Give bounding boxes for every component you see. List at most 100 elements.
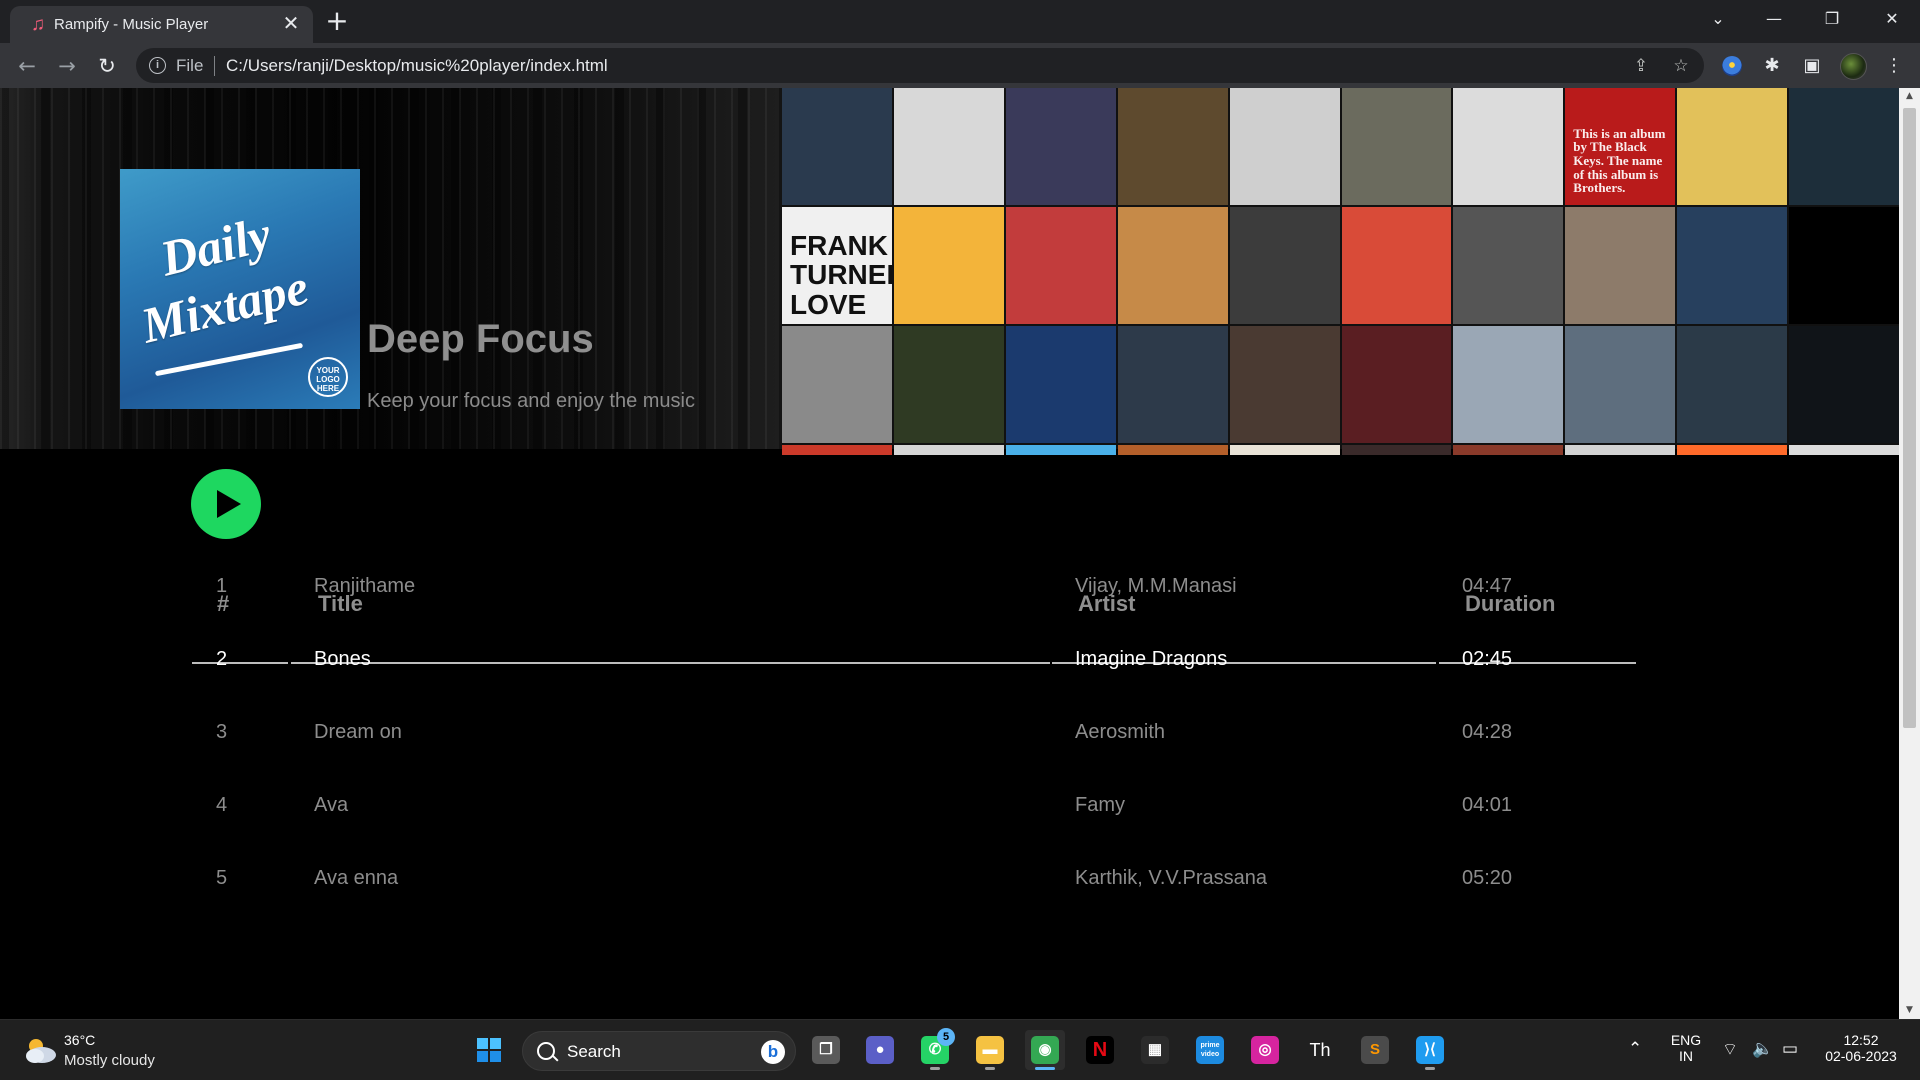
chrome-app[interactable]: ◉ xyxy=(1025,1030,1065,1070)
clock[interactable]: 12:52 02-06-2023 xyxy=(1818,1032,1904,1064)
track-title: Dream on xyxy=(314,721,402,743)
tab-close-icon[interactable]: ✕ xyxy=(280,13,302,35)
album-tile xyxy=(1789,445,1899,455)
play-button[interactable] xyxy=(191,469,261,539)
vscode-app[interactable]: ⟩⟨ xyxy=(1410,1030,1450,1070)
share-icon[interactable]: ⇪ xyxy=(1628,53,1654,79)
track-row[interactable]: 4 Ava Famy 04:01 xyxy=(0,784,1899,824)
new-tab-button[interactable]: + xyxy=(322,6,352,36)
minimize-button[interactable]: — xyxy=(1746,0,1802,38)
profile-avatar[interactable] xyxy=(1840,53,1867,80)
album-tile xyxy=(1005,88,1116,205)
album-tile xyxy=(1117,445,1228,455)
volume-icon[interactable]: 🔈 xyxy=(1752,1039,1773,1059)
album-tile xyxy=(1677,207,1788,324)
chevron-up-icon[interactable]: ⌃ xyxy=(1628,1039,1642,1059)
info-icon[interactable]: i xyxy=(149,57,166,74)
track-num: 2 xyxy=(216,648,228,670)
album-tile xyxy=(1005,207,1116,324)
sublime-app[interactable]: S xyxy=(1355,1030,1395,1070)
browser-tab[interactable]: ♫ Rampify - Music Player ✕ xyxy=(10,6,313,43)
search-placeholder: Search xyxy=(567,1042,621,1061)
album-tile xyxy=(1789,207,1899,324)
browser-menu-icon[interactable]: ⋮ xyxy=(1879,51,1909,81)
album-tile xyxy=(782,326,892,443)
language-indicator[interactable]: ENG IN xyxy=(1666,1032,1706,1064)
cloudy-weather-icon[interactable] xyxy=(22,1035,58,1065)
track-duration: 04:47 xyxy=(1462,575,1513,597)
address-bar[interactable]: i File C:/Users/ranji/Desktop/music%20pl… xyxy=(136,48,1704,83)
track-duration: 04:01 xyxy=(1462,794,1513,816)
playlist-hero: This is an album by The Black Keys. The … xyxy=(0,88,1899,455)
bookmark-star-icon[interactable]: ☆ xyxy=(1668,53,1694,79)
ms-store-app[interactable]: ▦ xyxy=(1135,1030,1175,1070)
reload-icon[interactable]: ↻ xyxy=(92,51,122,81)
forward-arrow-icon[interactable]: → xyxy=(52,51,82,81)
album-tile xyxy=(782,88,892,205)
tab-search-icon[interactable]: ⌄ xyxy=(1690,0,1746,38)
close-window-button[interactable]: ✕ xyxy=(1864,0,1920,38)
extension-icon[interactable] xyxy=(1722,56,1742,76)
weather-description[interactable]: Mostly cloudy xyxy=(64,1052,155,1069)
extensions-puzzle-icon[interactable]: ✱ xyxy=(1757,51,1787,81)
album-tile xyxy=(893,445,1004,455)
search-icon xyxy=(537,1042,555,1060)
wifi-icon[interactable]: ⌔ xyxy=(1722,1039,1738,1060)
running-indicator xyxy=(985,1067,995,1070)
start-button[interactable] xyxy=(469,1030,509,1070)
album-tile xyxy=(1565,207,1676,324)
track-row[interactable]: 3 Dream on Aerosmith 04:28 xyxy=(0,711,1899,751)
instagram-app[interactable]: ◎ xyxy=(1245,1030,1285,1070)
album-tile xyxy=(1117,326,1228,443)
album-tile xyxy=(782,445,892,455)
album-tile-text: FRANK TURNER LOVE IRE & SONG xyxy=(790,230,892,324)
page-scrollbar[interactable]: ▲ ▼ xyxy=(1899,88,1920,1019)
playlist-cover: Daily Mixtape YOUR LOGO HERE xyxy=(120,169,360,409)
track-title: Ava enna xyxy=(314,867,399,889)
restore-button[interactable]: ❐ xyxy=(1804,0,1860,38)
track-num: 3 xyxy=(216,721,228,743)
album-tile xyxy=(1229,207,1340,324)
teams-app[interactable]: ● xyxy=(860,1030,900,1070)
track-artist: Famy xyxy=(1075,794,1125,816)
back-arrow-icon[interactable]: ← xyxy=(12,51,42,81)
music-note-icon: ♫ xyxy=(30,14,46,35)
track-row[interactable]: 1 Ranjithame Vijay, M.M.Manasi 04:47 xyxy=(0,565,1899,605)
album-tile xyxy=(1117,88,1228,205)
scroll-thumb[interactable] xyxy=(1903,108,1916,728)
tab-title: Rampify - Music Player xyxy=(54,16,209,33)
prime-video-app[interactable]: prime video xyxy=(1190,1030,1230,1070)
track-num: 4 xyxy=(216,794,228,816)
side-panel-icon[interactable]: ▣ xyxy=(1797,51,1827,81)
url-text[interactable]: C:/Users/ranji/Desktop/music%20player/in… xyxy=(226,56,608,76)
running-indicator xyxy=(1425,1067,1435,1070)
browser-titlebar: ♫ Rampify - Music Player ✕ + ⌄ — ❐ ✕ xyxy=(0,0,1920,43)
battery-icon[interactable]: ▭ xyxy=(1782,1039,1798,1059)
taskbar-search[interactable]: Search b xyxy=(522,1031,796,1071)
album-tile xyxy=(1789,326,1899,443)
scroll-up-arrow[interactable]: ▲ xyxy=(1899,88,1920,105)
track-row[interactable]: 5 Ava enna Karthik, V.V.Prassana 05:20 xyxy=(0,857,1899,897)
album-tile xyxy=(1453,445,1564,455)
scroll-down-arrow[interactable]: ▼ xyxy=(1899,1002,1920,1019)
file-explorer-icon: ▬ xyxy=(976,1036,1004,1064)
album-tile xyxy=(1341,207,1452,324)
album-tile xyxy=(1341,445,1452,455)
track-title: Ava xyxy=(314,794,349,816)
album-tile xyxy=(1565,445,1676,455)
album-tile xyxy=(1229,326,1340,443)
album-tile xyxy=(1341,88,1452,205)
track-row[interactable]: 2 Bones Imagine Dragons 02:45 xyxy=(0,638,1899,678)
address-separator xyxy=(214,56,215,76)
text-app[interactable]: Th xyxy=(1300,1030,1340,1070)
file-explorer-app[interactable]: ▬ xyxy=(970,1030,1010,1070)
whatsapp-app[interactable]: ✆ 5 xyxy=(915,1028,955,1070)
album-tile xyxy=(1677,326,1788,443)
weather-temperature[interactable]: 36°C xyxy=(64,1032,95,1048)
bing-icon[interactable]: b xyxy=(761,1040,785,1064)
album-tile xyxy=(1677,88,1788,205)
album-tile xyxy=(1565,326,1676,443)
task-view-app[interactable]: ❐ xyxy=(806,1030,846,1070)
netflix-app[interactable]: N xyxy=(1080,1030,1120,1070)
windows-taskbar: 36°C Mostly cloudy Search b ❐ ● ✆ 5 ▬ ◉ N ▦ prim… xyxy=(0,1019,1920,1080)
